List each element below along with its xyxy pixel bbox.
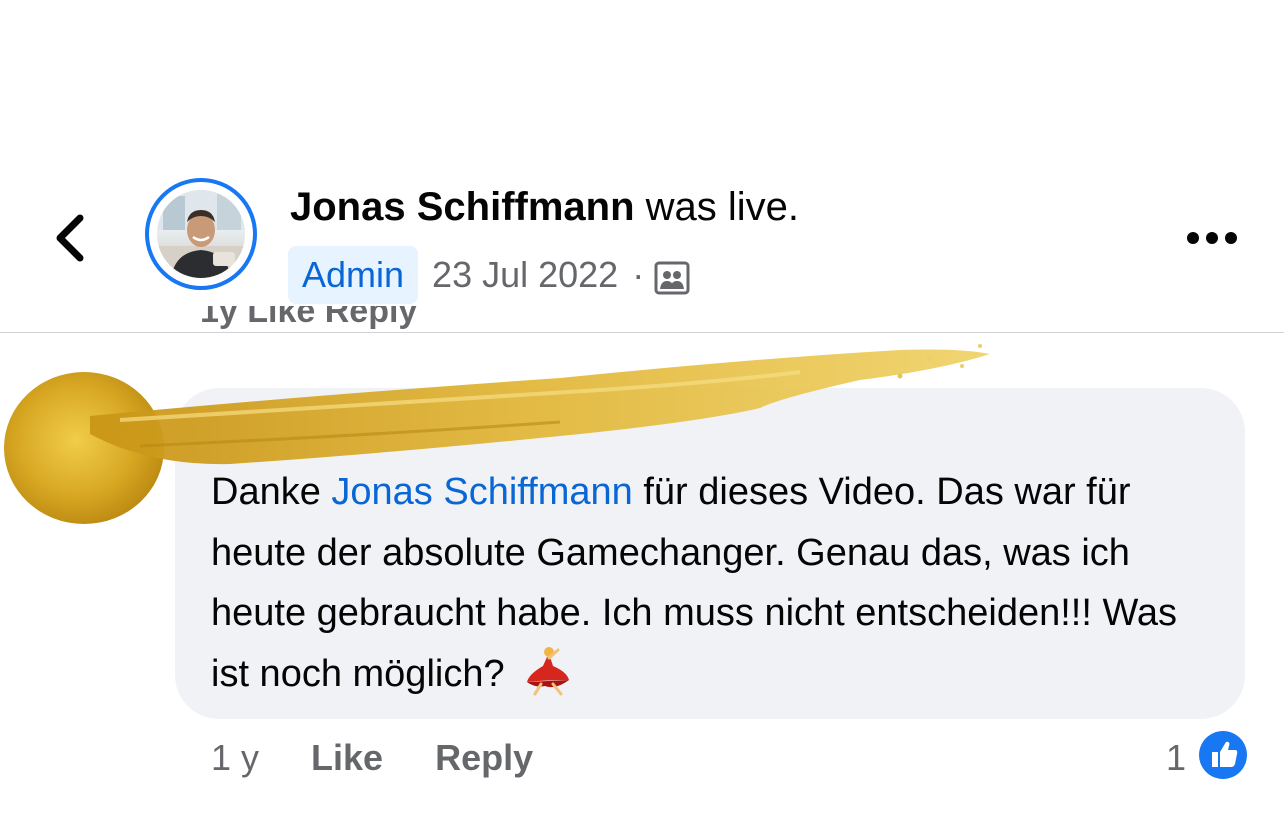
- post-title: Jonas Schiffmann was live.: [290, 182, 799, 232]
- admin-badge: Admin: [288, 246, 419, 304]
- post-action-text: was live.: [634, 185, 800, 229]
- chevron-left-icon: [56, 214, 84, 262]
- comment-actions: 1 y Like Reply: [211, 733, 533, 783]
- reaction-count[interactable]: 1: [1166, 733, 1186, 783]
- header-divider: [0, 332, 1284, 333]
- comment-timestamp[interactable]: 1 y: [211, 737, 259, 779]
- more-dots-icon: [1187, 232, 1237, 244]
- mention-link[interactable]: Jonas Schiffmann: [331, 471, 632, 513]
- more-options-button[interactable]: [1184, 226, 1240, 250]
- meta-separator: ·: [632, 254, 645, 295]
- author-name[interactable]: Jonas Schiffmann: [290, 185, 635, 229]
- like-reaction-icon[interactable]: [1198, 730, 1248, 780]
- post-meta: Admin 23 Jul 2022 ·: [288, 246, 690, 304]
- author-avatar[interactable]: [145, 178, 257, 290]
- group-icon: [654, 260, 690, 296]
- reply-button[interactable]: Reply: [435, 737, 533, 779]
- avatar-photo: [157, 190, 245, 278]
- post-header: Jonas Schiffmann was live. Admin 23 Jul …: [0, 0, 1284, 332]
- woman-dancing-icon: [523, 644, 573, 696]
- comment-text: Danke Jonas Schiffmann für dieses Video.…: [211, 462, 1221, 704]
- post-date[interactable]: 23 Jul 2022: [432, 254, 618, 296]
- back-button[interactable]: [46, 206, 94, 270]
- comment-prefix: Danke: [211, 471, 332, 513]
- previous-comment-actions: 1y Like Reply: [200, 306, 418, 330]
- like-button[interactable]: Like: [311, 737, 383, 779]
